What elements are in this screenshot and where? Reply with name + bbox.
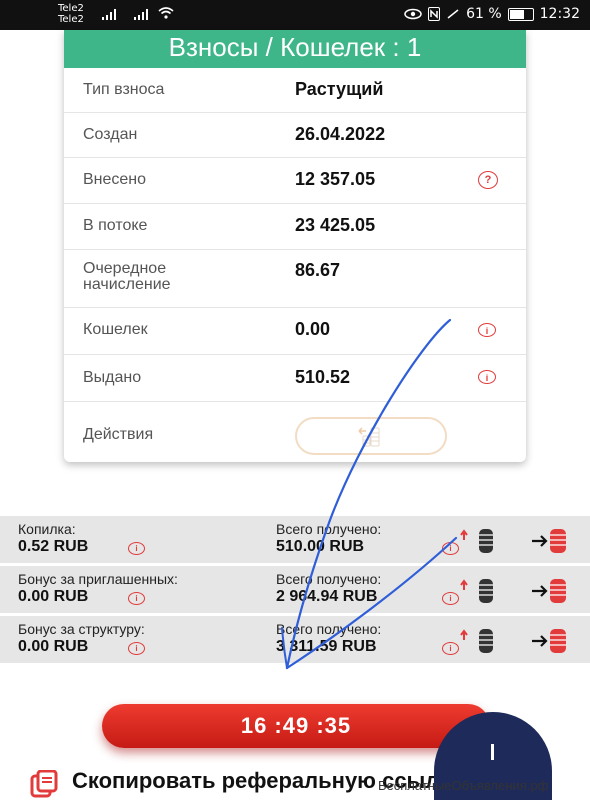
countdown-button[interactable]: 16 :49 :35 (102, 704, 490, 748)
bonus-title: Бонус за приглашенных: (18, 571, 178, 587)
row-actions: Действия (64, 402, 526, 462)
row-created: Создан 26.04.2022 (64, 113, 526, 158)
row-label: Внесено (83, 171, 147, 188)
coin-stack-icon[interactable] (460, 576, 496, 606)
coin-stack-icon[interactable] (460, 526, 496, 556)
row-label: В потоке (83, 217, 148, 234)
row-label: Очередное начисление (83, 260, 171, 293)
row-value: 510.52 (295, 367, 351, 387)
info-icon[interactable]: i (442, 592, 459, 605)
coin-stack-icon (358, 427, 380, 447)
transfer-icon[interactable] (530, 576, 572, 606)
battery-percent: 61 % (466, 6, 502, 22)
row-deposited: Внесено 12 357.05 ? (64, 158, 526, 204)
total-amount: 510.00 RUB (276, 538, 365, 555)
mute-icon (447, 9, 459, 19)
wifi-icon (158, 7, 174, 19)
status-right: 61 % 12:32 (404, 6, 580, 22)
info-icon[interactable]: i (128, 642, 145, 655)
total-label: Всего получено: (276, 571, 382, 587)
carrier-1: Tele2 (58, 3, 84, 14)
clock: 12:32 (539, 6, 580, 22)
row-value: 0.00 (295, 319, 331, 339)
copy-icon[interactable] (30, 770, 58, 798)
battery-icon (507, 7, 534, 21)
withdraw-action-button[interactable] (295, 417, 447, 455)
transfer-icon[interactable] (530, 526, 572, 556)
total-label: Всего получено: (276, 521, 382, 537)
total-amount: 2 964.94 RUB (276, 588, 378, 605)
row-label: Создан (83, 126, 138, 143)
deposit-card: Взносы / Кошелек : 1 Тип взноса Растущий… (64, 30, 526, 462)
row-next-accrual: Очередное начисление 86.67 (64, 250, 526, 308)
row-value: 12 357.05 (295, 169, 376, 189)
watermark: БесплатныеОбъявления.рф (378, 778, 549, 793)
row-label: Выдано (83, 369, 142, 386)
bonus-title: Бонус за структуру: (18, 621, 145, 637)
info-icon[interactable]: i (478, 370, 496, 384)
question-icon[interactable]: ? (478, 171, 498, 189)
total-amount: 3 311.59 RUB (276, 638, 377, 655)
info-icon[interactable]: i (442, 542, 459, 555)
carrier-labels: Tele2 Tele2 (58, 3, 84, 25)
row-issued: Выдано 510.52 i (64, 355, 526, 402)
row-deposit-type: Тип взноса Растущий (64, 68, 526, 113)
row-label: Тип взноса (83, 81, 165, 98)
total-label: Всего получено: (276, 621, 382, 637)
row-label: Действия (83, 426, 154, 443)
row-value: 23 425.05 (295, 215, 376, 235)
eye-icon (404, 8, 422, 20)
nfc-icon (428, 7, 441, 21)
row-value: 26.04.2022 (295, 124, 386, 144)
status-bar: Tele2 Tele2 61 % 12:32 (0, 0, 590, 30)
info-icon[interactable]: i (442, 642, 459, 655)
bonus-title: Копилка: (18, 521, 76, 537)
row-value: Растущий (295, 79, 384, 99)
info-icon[interactable]: i (128, 542, 145, 555)
card-title: Взносы / Кошелек : 1 (64, 30, 526, 68)
bonus-row-structure: Бонус за структуру: 0.00 RUB i Всего пол… (0, 616, 590, 666)
carrier-2: Tele2 (58, 14, 84, 25)
bonus-amount: 0.52 RUB (18, 538, 89, 555)
info-icon[interactable]: i (478, 323, 496, 337)
signal-icon (134, 9, 148, 20)
bonus-row-invited: Бонус за приглашенных: 0.00 RUB i Всего … (0, 566, 590, 616)
row-in-flow: В потоке 23 425.05 (64, 204, 526, 250)
signal-icon (102, 9, 116, 20)
bonus-amount: 0.00 RUB (18, 588, 89, 605)
row-wallet: Кошелек 0.00 i (64, 308, 526, 355)
bonus-row-piggy: Копилка: 0.52 RUB i Всего получено: 510.… (0, 516, 590, 566)
info-icon[interactable]: i (128, 592, 145, 605)
transfer-icon[interactable] (530, 626, 572, 656)
coin-stack-icon[interactable] (460, 626, 496, 656)
bonus-amount: 0.00 RUB (18, 638, 89, 655)
row-value: 86.67 (295, 260, 341, 280)
row-label: Кошелек (83, 321, 148, 338)
